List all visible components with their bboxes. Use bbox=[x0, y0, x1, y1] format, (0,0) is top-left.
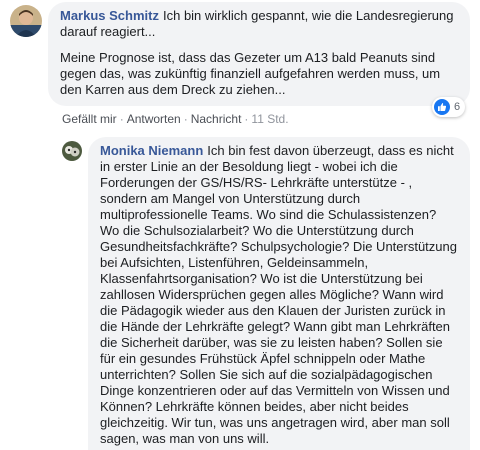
avatar[interactable] bbox=[10, 5, 42, 37]
comment-actions: Gefällt mir · Antworten · Nachricht · 11 Std. bbox=[62, 111, 289, 127]
comment-bubble: Markus Schmitz Ich bin wirklich gespannt,… bbox=[48, 2, 470, 106]
reply-bubble: Monika Niemann Ich bin fest davon überzeu… bbox=[88, 137, 470, 450]
reply-link[interactable]: Antworten bbox=[127, 112, 181, 126]
like-link[interactable]: Gefällt mir bbox=[62, 112, 117, 126]
comment-paragraph: Meine Prognose ist, dass das Gezeter um … bbox=[60, 50, 441, 97]
like-icon bbox=[434, 99, 450, 115]
reaction-count: 6 bbox=[454, 101, 461, 113]
reply-paragraph: Monika Niemann Ich bin fest davon überzeu… bbox=[100, 143, 458, 447]
timestamp[interactable]: 11 Std. bbox=[251, 112, 288, 126]
separator-dot: · bbox=[119, 112, 124, 126]
profile-photo-icon bbox=[10, 5, 42, 37]
reply-author[interactable]: Monika Niemann bbox=[100, 143, 203, 158]
comment-author[interactable]: Markus Schmitz bbox=[60, 8, 159, 23]
reactions-badge[interactable]: 6 bbox=[432, 97, 466, 117]
comment-paragraph: Markus Schmitz Ich bin wirklich gespannt,… bbox=[60, 8, 458, 40]
reply-avatar[interactable] bbox=[62, 141, 82, 161]
reply-text: Ich bin fest davon überzeugt, dass es ni… bbox=[100, 143, 457, 446]
comment-thread: Markus Schmitz Ich bin wirklich gespannt,… bbox=[0, 0, 480, 450]
separator-dot: · bbox=[244, 112, 249, 126]
separator-dot: · bbox=[183, 112, 188, 126]
message-link[interactable]: Nachricht bbox=[191, 112, 242, 126]
profile-photo-icon bbox=[62, 141, 82, 161]
